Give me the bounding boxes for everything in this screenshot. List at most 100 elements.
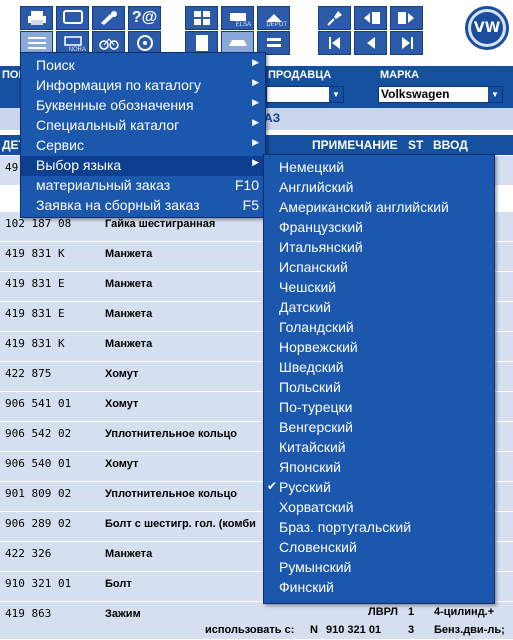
menu-item-label: Информация по каталогу (36, 77, 202, 93)
check-icon: ✔ (267, 479, 278, 493)
pages-icon[interactable] (354, 6, 387, 30)
language-item[interactable]: Итальянский (264, 237, 494, 257)
col-st[interactable]: ST (408, 138, 423, 152)
part-number: 419 831 E (5, 277, 65, 290)
qty-one: 1 (408, 606, 415, 618)
language-item[interactable]: По-турецки (264, 397, 494, 417)
forward-icon[interactable] (390, 6, 423, 30)
part-name: Уплотнительное кольцо (105, 428, 237, 440)
shortcut-key: F10 (234, 177, 259, 193)
part-number: 906 540 01 (5, 457, 72, 470)
part-number: 906 541 01 (5, 397, 72, 410)
language-label: Словенский (279, 539, 357, 555)
part-name: Болт (105, 578, 132, 590)
language-item[interactable]: Польский (264, 377, 494, 397)
menu-item-label: Заявка на сборный заказ (36, 197, 200, 213)
chevron-down-icon[interactable]: ▼ (488, 87, 502, 102)
elsa-icon[interactable]: ELSA (221, 6, 254, 30)
language-label: Хорватский (279, 499, 354, 515)
language-label: Японский (279, 459, 341, 475)
language-label: По-турецки (279, 399, 353, 415)
language-label: Норвежский (279, 339, 358, 355)
last-icon[interactable] (390, 31, 423, 55)
part-number: 910 321 01 (5, 577, 72, 590)
language-item[interactable]: Испанский (264, 257, 494, 277)
part-number: 901 809 02 (5, 487, 72, 500)
menu-item-catalog-info[interactable]: Информация по каталогу ▶ (21, 76, 265, 96)
part-name: Уплотнительное кольцо (105, 488, 237, 500)
submenu-arrow-icon: ▶ (252, 117, 259, 127)
lvrl-label: ЛВРЛ (368, 606, 399, 618)
seller-select[interactable]: ▼ (266, 86, 344, 103)
part-name: Манжета (105, 338, 153, 350)
menu-item-material-order[interactable]: материальный заказ F10 (21, 176, 265, 196)
language-item[interactable]: Чешский (264, 277, 494, 297)
language-item[interactable]: Японский (264, 457, 494, 477)
language-item[interactable]: Словенский (264, 537, 494, 557)
menu-item-letter-codes[interactable]: Буквенные обозначения ▶ (21, 96, 265, 116)
language-item[interactable]: Шведский (264, 357, 494, 377)
chevron-down-icon[interactable]: ▼ (329, 87, 343, 102)
language-label: Итальянский (279, 239, 363, 255)
part-number: 419 831 E (5, 307, 65, 320)
language-item[interactable]: Датский (264, 297, 494, 317)
use-with-part[interactable]: 910 321 01 (326, 624, 381, 636)
language-label: Испанский (279, 259, 348, 275)
menu-item-special-catalog[interactable]: Специальный каталог ▶ (21, 116, 265, 136)
brand-value: Volkswagen (381, 87, 450, 101)
tools-icon[interactable] (92, 6, 125, 30)
col-note[interactable]: ПРИМЕЧАНИЕ (312, 138, 398, 152)
part-name: Манжета (105, 308, 153, 320)
part-number: 49 (5, 161, 19, 174)
menu-item-search[interactable]: Поиск ▶ (21, 56, 265, 76)
menu-item-language[interactable]: Выбор языка ▶ (21, 156, 265, 176)
part-name: Манжета (105, 548, 153, 560)
language-label: Браз. португальский (279, 519, 412, 535)
seller-label: ПРОДАВЦА (268, 69, 332, 81)
language-item-selected[interactable]: ✔ Русский (264, 477, 494, 497)
vw-logo-text: VW (471, 12, 503, 44)
vw-logo: VW (465, 6, 509, 50)
elsa-label: ELSA (235, 22, 251, 28)
at-icon[interactable]: ?@ (128, 6, 161, 30)
language-item[interactable]: Браз. португальский (264, 517, 494, 537)
language-item[interactable]: Китайский (264, 437, 494, 457)
menu-item-service[interactable]: Сервис ▶ (21, 136, 265, 156)
part-name: Гайка шестигранная (105, 218, 216, 230)
language-item[interactable]: Венгерский (264, 417, 494, 437)
depot-icon[interactable]: DEPOT (257, 6, 290, 30)
language-item[interactable]: Норвежский (264, 337, 494, 357)
brand-select[interactable]: Volkswagen ▼ (378, 86, 503, 103)
language-item[interactable]: Румынский (264, 557, 494, 577)
part-name: Хомут (105, 398, 139, 410)
pin-icon[interactable] (318, 6, 351, 30)
qty-three: 3 (408, 624, 415, 636)
language-label: Французский (279, 219, 363, 235)
menu-item-label: Специальный каталог (36, 117, 180, 133)
screen-icon[interactable] (56, 6, 89, 30)
prev-icon[interactable] (354, 31, 387, 55)
grid-icon[interactable] (185, 6, 218, 30)
menu-item-label: Выбор языка (36, 157, 122, 173)
use-with-label: использовать с: (205, 624, 295, 636)
submenu-arrow-icon: ▶ (252, 157, 259, 167)
submenu-arrow-icon: ▶ (252, 137, 259, 147)
language-item[interactable]: Немецкий (264, 157, 494, 177)
language-label: Китайский (279, 439, 346, 455)
menu-item-label: Сервис (36, 137, 84, 153)
language-item[interactable]: Английский (264, 177, 494, 197)
menu-item-label: материальный заказ (36, 177, 171, 193)
language-label: Чешский (279, 279, 337, 295)
language-item[interactable]: Финский (264, 577, 494, 597)
language-item[interactable]: Голандский (264, 317, 494, 337)
language-item[interactable]: Американский английский (264, 197, 494, 217)
first-icon[interactable] (318, 31, 351, 55)
part-name: Хомут (105, 458, 139, 470)
part-number: 419 863 (5, 607, 52, 620)
part-number: 419 831 K (5, 247, 65, 260)
language-item[interactable]: Хорватский (264, 497, 494, 517)
menu-item-bulk-order[interactable]: Заявка на сборный заказ F5 (21, 196, 265, 216)
printer-icon[interactable] (20, 6, 53, 30)
language-item[interactable]: Французский (264, 217, 494, 237)
note-line-1: 4-цилинд.+ (434, 606, 495, 618)
